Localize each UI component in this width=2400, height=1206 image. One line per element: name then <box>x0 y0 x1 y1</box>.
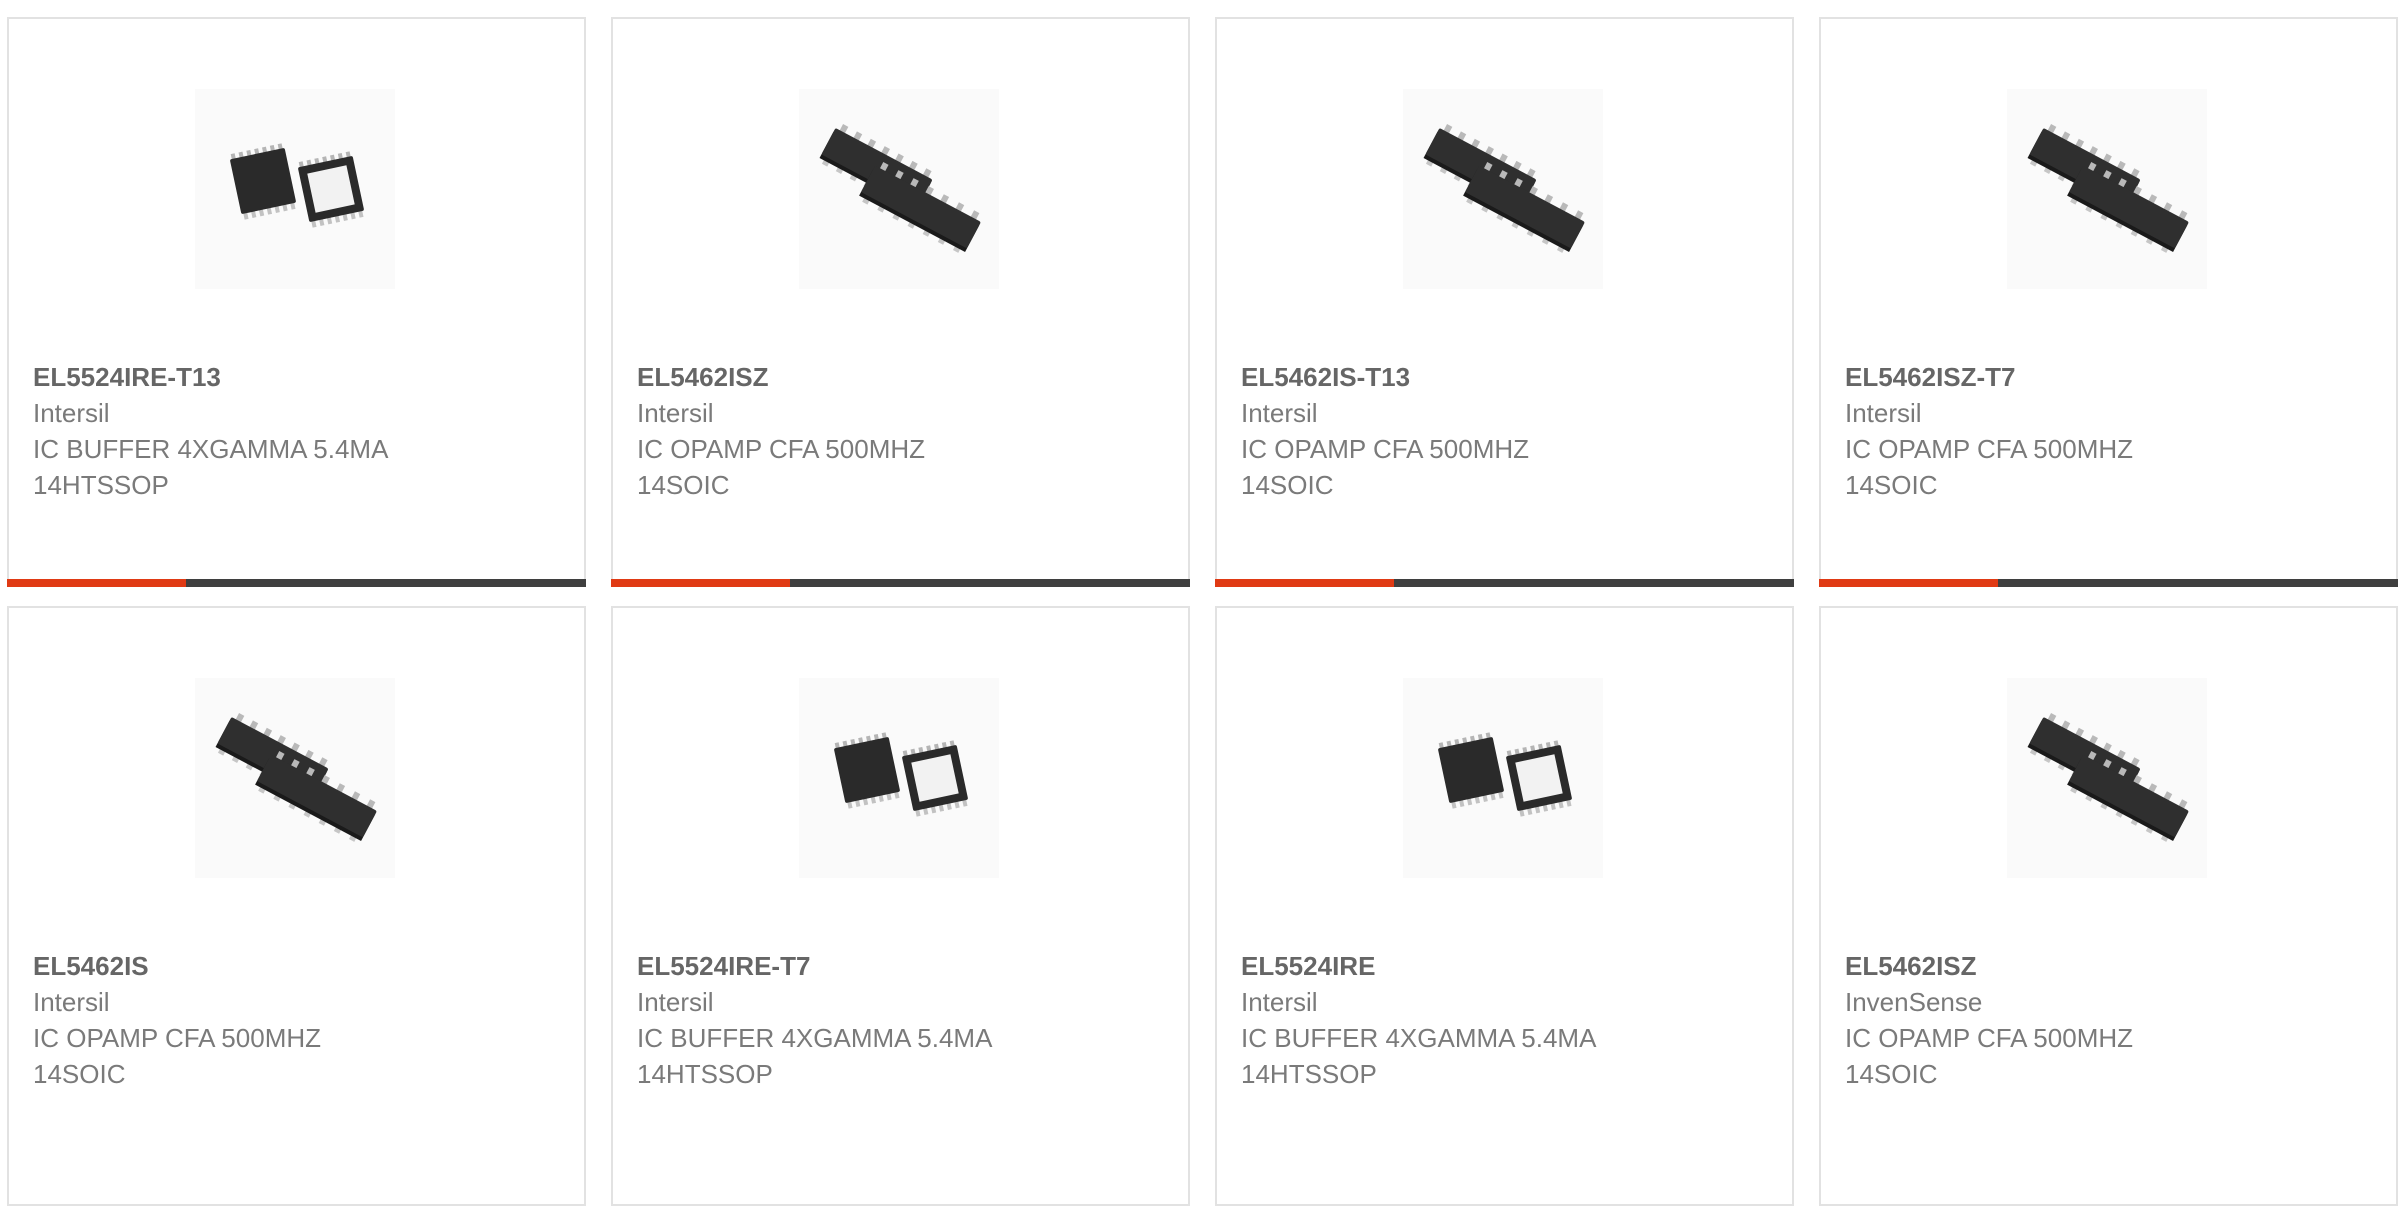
part-number[interactable]: EL5462ISZ <box>637 359 1164 395</box>
progress-track <box>790 579 1190 587</box>
manufacturer: Intersil <box>1241 987 1318 1017</box>
soic-package-image[interactable] <box>2007 678 2207 878</box>
description-line: IC OPAMP CFA 500MHZ <box>1845 434 2134 464</box>
description-line: 14SOIC <box>1845 470 1938 500</box>
soic-package-image[interactable] <box>1403 89 1603 289</box>
htssop-package-image[interactable] <box>195 89 395 289</box>
htssop-package-image[interactable] <box>1403 678 1603 878</box>
part-number[interactable]: EL5462ISZ <box>1845 948 2372 984</box>
card-progress-bar <box>7 579 586 587</box>
description-line: IC BUFFER 4XGAMMA 5.4MA <box>637 1023 993 1053</box>
progress-accent <box>1215 579 1395 587</box>
card-progress-bar <box>1819 579 2398 587</box>
product-info: EL5524IRE-T13 Intersil IC BUFFER 4XGAMMA… <box>33 359 560 503</box>
product-card[interactable]: EL5462ISZ Intersil IC OPAMP CFA 500MHZ 1… <box>611 17 1190 587</box>
description-line: 14SOIC <box>637 470 730 500</box>
manufacturer: Intersil <box>33 398 110 428</box>
card-progress-bar <box>611 579 1190 587</box>
product-info: EL5524IRE-T7 Intersil IC BUFFER 4XGAMMA … <box>637 948 1164 1092</box>
htssop-package-image[interactable] <box>799 678 999 878</box>
progress-accent <box>7 579 187 587</box>
description-line: 14SOIC <box>33 1059 126 1089</box>
description-line: IC BUFFER 4XGAMMA 5.4MA <box>33 434 389 464</box>
product-info: EL5462IS Intersil IC OPAMP CFA 500MHZ 14… <box>33 948 560 1092</box>
product-info: EL5462ISZ InvenSense IC OPAMP CFA 500MHZ… <box>1845 948 2372 1092</box>
part-number[interactable]: EL5524IRE-T7 <box>637 948 1164 984</box>
card-progress-bar <box>1215 579 1794 587</box>
product-info: EL5462IS-T13 Intersil IC OPAMP CFA 500MH… <box>1241 359 1768 503</box>
manufacturer: Intersil <box>33 987 110 1017</box>
product-grid: EL5524IRE-T13 Intersil IC BUFFER 4XGAMMA… <box>0 0 2400 1206</box>
manufacturer: Intersil <box>1845 398 1922 428</box>
product-card[interactable]: EL5462IS Intersil IC OPAMP CFA 500MHZ 14… <box>7 606 586 1206</box>
manufacturer: Intersil <box>637 398 714 428</box>
description-line: 14SOIC <box>1241 470 1334 500</box>
product-card[interactable]: EL5524IRE-T13 Intersil IC BUFFER 4XGAMMA… <box>7 17 586 587</box>
manufacturer: InvenSense <box>1845 987 1983 1017</box>
progress-accent <box>1819 579 1999 587</box>
soic-package-image[interactable] <box>195 678 395 878</box>
progress-accent <box>611 579 791 587</box>
soic-package-image[interactable] <box>799 89 999 289</box>
product-card[interactable]: EL5462ISZ InvenSense IC OPAMP CFA 500MHZ… <box>1819 606 2398 1206</box>
description-line: IC OPAMP CFA 500MHZ <box>637 434 926 464</box>
product-info: EL5462ISZ-T7 Intersil IC OPAMP CFA 500MH… <box>1845 359 2372 503</box>
part-number[interactable]: EL5462IS-T13 <box>1241 359 1768 395</box>
manufacturer: Intersil <box>637 987 714 1017</box>
description-line: IC OPAMP CFA 500MHZ <box>33 1023 322 1053</box>
part-number[interactable]: EL5524IRE <box>1241 948 1768 984</box>
description-line: IC OPAMP CFA 500MHZ <box>1241 434 1530 464</box>
description-line: 14SOIC <box>1845 1059 1938 1089</box>
product-info: EL5524IRE Intersil IC BUFFER 4XGAMMA 5.4… <box>1241 948 1768 1092</box>
part-number[interactable]: EL5524IRE-T13 <box>33 359 560 395</box>
soic-package-image[interactable] <box>2007 89 2207 289</box>
description-line: IC BUFFER 4XGAMMA 5.4MA <box>1241 1023 1597 1053</box>
product-card[interactable]: EL5524IRE Intersil IC BUFFER 4XGAMMA 5.4… <box>1215 606 1794 1206</box>
description-line: 14HTSSOP <box>637 1059 773 1089</box>
description-line: IC OPAMP CFA 500MHZ <box>1845 1023 2134 1053</box>
description-line: 14HTSSOP <box>1241 1059 1377 1089</box>
manufacturer: Intersil <box>1241 398 1318 428</box>
product-card[interactable]: EL5524IRE-T7 Intersil IC BUFFER 4XGAMMA … <box>611 606 1190 1206</box>
part-number[interactable]: EL5462ISZ-T7 <box>1845 359 2372 395</box>
product-info: EL5462ISZ Intersil IC OPAMP CFA 500MHZ 1… <box>637 359 1164 503</box>
progress-track <box>1394 579 1794 587</box>
progress-track <box>186 579 586 587</box>
progress-track <box>1998 579 2398 587</box>
part-number[interactable]: EL5462IS <box>33 948 560 984</box>
product-card[interactable]: EL5462ISZ-T7 Intersil IC OPAMP CFA 500MH… <box>1819 17 2398 587</box>
description-line: 14HTSSOP <box>33 470 169 500</box>
product-card[interactable]: EL5462IS-T13 Intersil IC OPAMP CFA 500MH… <box>1215 17 1794 587</box>
